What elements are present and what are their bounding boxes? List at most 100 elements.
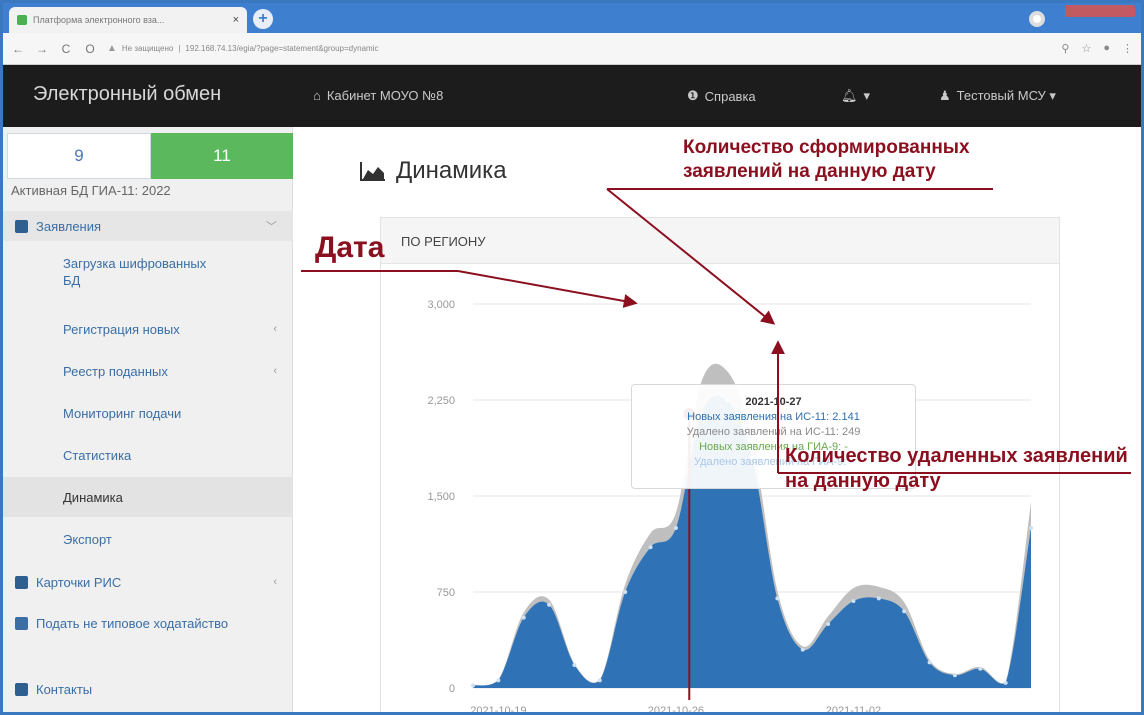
url-security-label: Не защищено [121,44,174,53]
browser-tab[interactable]: Платформа электронного вза... × [9,7,247,33]
data-point [952,673,957,678]
data-point [547,602,552,607]
chevron-left-icon: ‹ [273,323,277,335]
sidebar-section-label: Карточки РИС [36,574,122,590]
sidebar-item-label: Экспорт [63,532,112,547]
notifications-dropdown[interactable]: 🔔︎ ▾ [841,88,870,104]
browser-profile-icon[interactable] [1029,11,1045,27]
sidebar-section-label: Контакты [36,681,93,697]
reload-button[interactable]: C [59,42,73,56]
data-point [471,683,475,688]
data-point [978,666,983,671]
tooltip-date: 2021-10-27 [745,396,802,408]
user-icon: ♟ [939,88,951,103]
document-icon [15,219,28,233]
home-button[interactable]: O [83,42,97,56]
tooltip-new-11: Новых заявления на ИС-11: 2.141 [687,411,860,423]
y-tick-label: 750 [437,587,455,599]
page-title-text: Динамика [396,157,507,184]
area-chart-icon [360,162,385,181]
data-point [597,678,602,683]
brand-title[interactable]: Электронный обмен [33,83,221,106]
screenshot-frame: Платформа электронного вза... × + ← → C … [0,0,1144,715]
grade-tabs: 9 11 [7,133,293,179]
tab-grade-11[interactable]: 11 [151,133,293,179]
x-tick-label: 2021-11-02 [826,705,881,715]
sidebar-section-label: Заявления [36,218,102,234]
sidebar-item-export[interactable]: Экспорт [3,531,293,548]
data-point [927,660,932,665]
chevron-down-icon: ﹀ [266,221,277,233]
search-icon[interactable]: ⚲ [1061,42,1069,55]
sidebar-item-label: Регистрация новых [63,322,180,337]
sidebar-item-registry[interactable]: Реестр поданных ‹ [3,363,293,380]
sidebar-item-label: Мониторинг подачи [63,406,182,421]
data-point [800,647,805,652]
tooltip-deleted-11: Удалено заявлений на ИС-11: 249 [686,426,861,438]
star-icon[interactable]: ☆ [1081,42,1091,55]
address-bar: ← → C O ▲ Не защищено | 192.168.74.13/eg… [3,33,1141,65]
sidebar-item-label: Статистика [63,448,132,463]
nav-cabinet-label: Кабинет МОУО №8 [326,88,444,103]
menu-icon[interactable]: ⋮ [1122,42,1133,55]
warning-icon: ▲ [107,43,117,54]
sidebar: 9 11 Активная БД ГИА-11: 2022 Заявления … [3,127,293,712]
sidebar-section-label: Подать не типовое ходатайство [36,616,229,631]
data-point [876,596,881,601]
url-text: 192.168.74.13/egia/?page=statement&group… [185,44,379,53]
profile-icon[interactable]: ● [1103,42,1110,55]
y-tick-label: 1,500 [427,491,455,503]
data-point [1003,680,1008,685]
back-button[interactable]: ← [11,42,25,56]
bell-caret: ▾ [863,88,871,103]
user-dropdown[interactable]: ♟ Тестовый МСУ ▾ [939,88,1056,104]
data-point [673,526,678,530]
info-icon: ❶ [687,88,699,103]
sidebar-item-upload-db[interactable]: Загрузка шифрованных БД [3,255,293,289]
sidebar-item-label: Загрузка шифрованных БД [63,256,207,288]
sidebar-section-applications[interactable]: Заявления ﹀ [3,211,293,241]
url-field[interactable]: ▲ Не защищено | 192.168.74.13/egia/?page… [107,43,1051,54]
data-point [902,609,907,614]
nav-cabinet-link[interactable]: ⌂ Кабинет МОУО №8 [313,88,443,103]
sidebar-item-monitoring[interactable]: Мониторинг подачи [3,405,293,422]
chevron-left-icon: ‹ [273,365,277,377]
new-tab-button[interactable]: + [253,9,273,29]
contacts-icon [15,682,28,696]
data-point [1029,526,1033,530]
x-tick-label: 2021-10-26 [648,705,704,715]
data-point [851,598,856,603]
annotation-formed-label: Количество сформированных заявлений на д… [683,137,970,182]
data-point [826,622,831,626]
tab-close-icon[interactable]: × [233,14,239,26]
sidebar-section-contacts[interactable]: Контакты [3,679,293,699]
nav-help-label: Справка [704,88,756,104]
sidebar-item-label: Динамика [63,490,123,505]
y-tick-label: 0 [449,683,455,695]
page-title: Динамика [360,157,507,185]
window-controls[interactable] [1065,5,1135,17]
annotation-deleted-label: Количество удаленных заявлений на данную… [785,445,1128,492]
tab-grade-9[interactable]: 9 [7,133,151,179]
y-tick-label: 2,250 [427,395,455,407]
data-point [775,596,780,601]
sidebar-item-register-new[interactable]: Регистрация новых ‹ [3,321,293,338]
nav-help-link[interactable]: ❶ Справка [687,88,756,104]
bell-icon: 🔔︎ [841,88,858,103]
chevron-left-icon: ‹ [273,576,277,588]
sidebar-item-label: Реестр поданных [63,364,168,379]
user-label: Тестовый МСУ ▾ [956,88,1056,103]
data-point [623,590,628,594]
sidebar-item-statistics[interactable]: Статистика [3,447,293,464]
annotation-date-label: Дата [315,231,385,264]
data-point [572,662,577,667]
data-point [521,615,526,620]
sidebar-section-cards[interactable]: Карточки РИС ‹ [3,571,293,593]
forward-button[interactable]: → [35,42,49,56]
x-tick-label: 2021-10-19 [470,705,526,715]
sidebar-section-nontypical[interactable]: Подать не типовое ходатайство [3,615,293,651]
home-icon: ⌂ [313,88,321,103]
sidebar-item-dynamics[interactable]: Динамика [3,477,293,517]
app-navbar: Электронный обмен ⌂ Кабинет МОУО №8 ❶ Сп… [3,65,1141,127]
main-content: Динамика ПО РЕГИОНУ 0 750 1,500 2,250 3,000 2… [294,127,1141,715]
